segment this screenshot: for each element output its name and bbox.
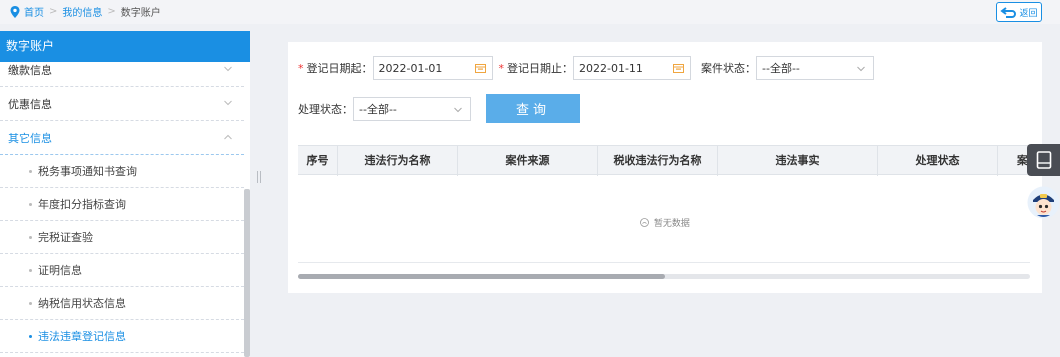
chevron-down-icon [857, 66, 865, 72]
sidebar-scrollbar[interactable] [244, 189, 250, 357]
table-header: 序号 违法行为名称 案件来源 税收违法行为名称 违法事实 处理状态 案件 [298, 145, 1042, 176]
back-button-label: 返回 [1019, 8, 1038, 19]
bullet [29, 203, 32, 206]
empty-state: 暂无数据 [288, 216, 1042, 229]
query-panel: * 登记日期起： 2022-01-01 * 登记日期止： 2022-01-11 … [288, 42, 1042, 293]
column-header[interactable]: 处理状态 [878, 146, 998, 176]
assistant-avatar-icon[interactable] [1027, 186, 1060, 219]
sidebar-title: 数字账户 [0, 31, 250, 62]
location-pin-icon [10, 5, 20, 18]
bullet [29, 335, 32, 338]
reg-start-date-value: 2022-01-01 [378, 61, 443, 75]
sidebar-item-label: 证明信息 [38, 264, 82, 277]
calendar-icon [474, 64, 486, 73]
reg-end-date-value: 2022-01-11 [579, 61, 643, 75]
book-icon [1036, 151, 1051, 169]
bullet [29, 269, 32, 272]
breadcrumb-home-link[interactable]: 首页 [24, 4, 44, 19]
sidebar-item-label: 税务事项通知书查询 [38, 165, 137, 178]
table-scrollbar-thumb[interactable] [298, 274, 665, 279]
breadcrumb-current: 数字账户 [120, 8, 161, 19]
bullet [29, 170, 32, 173]
required-mark: * [298, 61, 304, 75]
column-header[interactable]: 违法行为名称 [338, 146, 458, 176]
sidebar-item-violation-registration[interactable]: 违法违章登记信息 [0, 320, 244, 353]
back-arrow-icon [1000, 7, 1017, 18]
sidebar-menu: 缴款信息 优惠信息 其它信息 税务事项通知书查询 年度扣分指标查询 完税证查验 … [0, 62, 250, 357]
proc-status-value: --全部-- [359, 103, 397, 116]
floating-help-button[interactable] [1027, 144, 1060, 176]
reg-start-label: 登记日期起： [306, 62, 373, 75]
sidebar-item-label: 违法违章登记信息 [38, 330, 126, 343]
empty-text: 暂无数据 [653, 219, 690, 229]
reg-end-label: 登记日期止： [507, 62, 573, 75]
table-bottom-divider [298, 262, 1030, 263]
case-status-label: 案件状态： [701, 62, 756, 75]
sidebar-item-annual-deduction[interactable]: 年度扣分指标查询 [0, 188, 244, 221]
sidebar-item-proof-info[interactable]: 证明信息 [0, 254, 244, 287]
sidebar-item-tax-certificate[interactable]: 完税证查验 [0, 221, 244, 254]
sidebar-item-label: 完税证查验 [38, 231, 93, 244]
sidebar-group-payment[interactable]: 缴款信息 [0, 62, 244, 87]
breadcrumb-my-info-link[interactable]: 我的信息 [62, 4, 102, 19]
chevron-up-icon [224, 134, 232, 140]
proc-status-label: 处理状态： [298, 103, 353, 116]
sidebar-group-label: 其它信息 [8, 131, 52, 145]
breadcrumb-separator: > [49, 6, 58, 17]
query-button[interactable]: 查询 [486, 94, 580, 123]
case-status-select[interactable]: --全部-- [756, 56, 874, 80]
bullet [29, 236, 32, 239]
proc-status-select[interactable]: --全部-- [353, 97, 471, 121]
splitter-handle[interactable] [256, 170, 262, 184]
calendar-icon [673, 64, 684, 73]
status-filter-row: 处理状态： --全部-- [298, 97, 471, 121]
chevron-down-icon [454, 107, 462, 113]
sidebar-group-other[interactable]: 其它信息 [0, 121, 244, 155]
bullet [29, 302, 32, 305]
chevron-down-icon [224, 66, 232, 72]
reg-start-date-input[interactable]: 2022-01-01 [372, 56, 493, 80]
sidebar-group-label: 优惠信息 [8, 97, 52, 111]
top-bar: 首页 > 我的信息 > 数字账户 返回 [0, 0, 1060, 24]
column-header[interactable]: 序号 [298, 146, 338, 176]
back-button[interactable]: 返回 [996, 2, 1042, 22]
sidebar-group-label: 缴款信息 [8, 63, 52, 77]
sidebar-item-credit-status[interactable]: 纳税信用状态信息 [0, 287, 244, 320]
column-header[interactable]: 违法事实 [718, 146, 878, 176]
sidebar-item-label: 纳税信用状态信息 [38, 297, 126, 310]
chevron-down-icon [224, 100, 232, 106]
empty-icon [640, 218, 649, 227]
date-filter-row: * 登记日期起： 2022-01-01 * 登记日期止： 2022-01-11 … [298, 56, 874, 80]
required-mark: * [498, 61, 505, 75]
column-header[interactable]: 案件来源 [458, 146, 598, 176]
sidebar: 数字账户 缴款信息 优惠信息 其它信息 税务事项通知书查询 年度扣分指标查询 完… [0, 31, 250, 357]
reg-end-date-input[interactable]: 2022-01-11 [573, 56, 691, 80]
column-header[interactable]: 税收违法行为名称 [598, 146, 718, 176]
case-status-value: --全部-- [762, 62, 800, 75]
breadcrumb-separator: > [107, 6, 116, 17]
breadcrumb: 首页 > 我的信息 > 数字账户 [10, 4, 161, 19]
sidebar-item-tax-notice[interactable]: 税务事项通知书查询 [0, 155, 244, 188]
sidebar-item-label: 年度扣分指标查询 [38, 198, 126, 211]
sidebar-group-preferential[interactable]: 优惠信息 [0, 87, 244, 121]
